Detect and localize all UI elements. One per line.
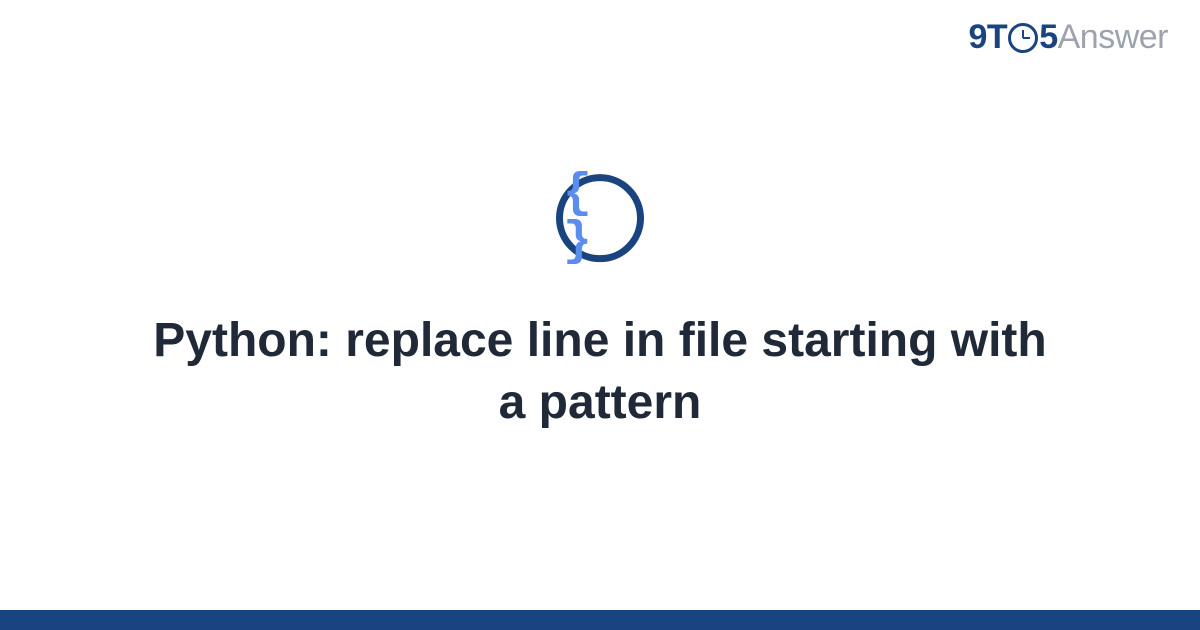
- main-content: { } Python: replace line in file startin…: [0, 174, 1200, 435]
- page-title: Python: replace line in file starting wi…: [110, 310, 1090, 435]
- logo-text-suffix: 5: [1039, 18, 1057, 57]
- logo-text-prefix: 9T: [969, 18, 1008, 57]
- site-logo: 9T 5 Answer: [969, 18, 1168, 57]
- code-braces-icon: { }: [563, 170, 637, 266]
- logo-text-word: Answer: [1058, 18, 1168, 57]
- clock-icon: [1008, 23, 1038, 53]
- category-icon-circle: { }: [556, 174, 644, 262]
- footer-bar: [0, 610, 1200, 630]
